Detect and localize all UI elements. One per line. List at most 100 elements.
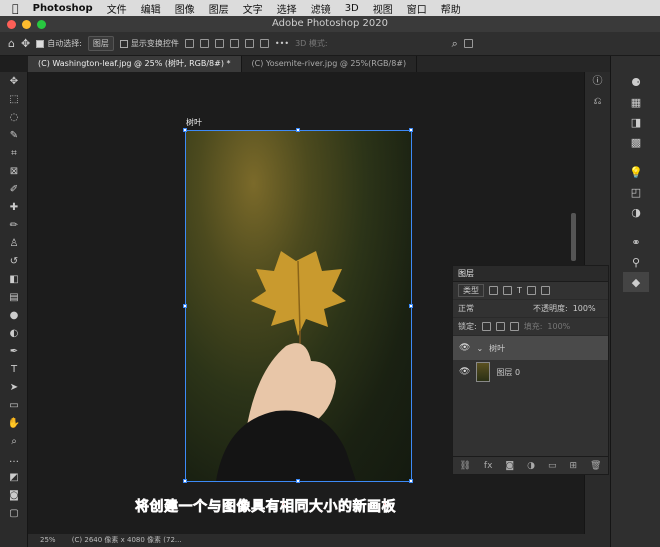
- stamp-icon[interactable]: ♙: [0, 234, 28, 252]
- filter-adjust-icon[interactable]: [503, 286, 512, 295]
- more-tools-icon[interactable]: …: [0, 450, 28, 468]
- layers-panel-icon[interactable]: ◆: [623, 272, 649, 292]
- frame-icon[interactable]: ⊠: [0, 162, 28, 180]
- artboard-label[interactable]: 树叶: [186, 117, 202, 128]
- menu-filter[interactable]: 滤镜: [311, 1, 331, 16]
- path-select-icon[interactable]: ➤: [0, 378, 28, 396]
- trash-icon[interactable]: 🗑: [590, 461, 601, 471]
- filter-kind-dropdown[interactable]: 类型: [458, 284, 484, 297]
- fx-icon[interactable]: fx: [484, 461, 493, 471]
- handle-bottom-left[interactable]: [183, 479, 187, 483]
- handle-top[interactable]: [296, 128, 300, 132]
- learn-panel-icon[interactable]: 💡: [623, 162, 649, 182]
- transform-controls-checkbox[interactable]: 显示变换控件: [119, 38, 179, 49]
- pen-icon[interactable]: ✒: [0, 342, 28, 360]
- paths-panel-icon[interactable]: ⚲: [623, 252, 649, 272]
- color-swatches-icon[interactable]: ◩: [0, 468, 28, 486]
- handle-left[interactable]: [183, 304, 187, 308]
- lock-all-icon[interactable]: [509, 322, 519, 331]
- align-middle-icon[interactable]: [244, 39, 254, 48]
- adjustments-panel-icon[interactable]: ◑: [623, 202, 649, 222]
- opacity-value[interactable]: 100%: [573, 304, 596, 313]
- color-panel-icon[interactable]: ⚈: [623, 72, 649, 92]
- lock-pixels-icon[interactable]: [481, 322, 491, 331]
- handle-top-right[interactable]: [409, 128, 413, 132]
- lasso-icon[interactable]: ◌: [0, 108, 28, 126]
- menu-window[interactable]: 窗口: [407, 1, 427, 16]
- zoom-button[interactable]: [37, 20, 46, 29]
- vertical-scrollbar[interactable]: [571, 213, 576, 261]
- apple-icon[interactable]: : [12, 2, 19, 15]
- menu-file[interactable]: 文件: [107, 1, 127, 16]
- rectangle-icon[interactable]: ▭: [0, 396, 28, 414]
- tab-washington-leaf[interactable]: (C) Washington-leaf.jpg @ 25% (树叶, RGB/8…: [28, 56, 242, 72]
- gradients-panel-icon[interactable]: ◨: [623, 112, 649, 132]
- type-icon[interactable]: T: [0, 360, 28, 378]
- handle-bottom-right[interactable]: [409, 479, 413, 483]
- search-icon[interactable]: ⌕: [452, 37, 458, 51]
- mask-icon[interactable]: ◙: [505, 461, 514, 471]
- more-options-icon[interactable]: •••: [275, 39, 289, 48]
- layer-row-layer0[interactable]: 👁 图层 0: [453, 360, 608, 384]
- info-icon[interactable]: ⓘ: [585, 72, 610, 92]
- swatches-panel-icon[interactable]: ▦: [623, 92, 649, 112]
- menu-layer[interactable]: 图层: [209, 1, 229, 16]
- blur-icon[interactable]: ●: [0, 306, 28, 324]
- menu-type[interactable]: 文字: [243, 1, 263, 16]
- menu-view[interactable]: 视图: [373, 1, 393, 16]
- auto-select-dropdown[interactable]: 图层: [87, 36, 114, 51]
- visibility-eye-icon[interactable]: 👁: [459, 343, 470, 353]
- fill-value[interactable]: 100%: [547, 322, 570, 331]
- quick-mask-icon[interactable]: ◙: [0, 486, 28, 504]
- patterns-panel-icon[interactable]: ▩: [623, 132, 649, 152]
- hand-icon[interactable]: ✋: [0, 414, 28, 432]
- menu-select[interactable]: 选择: [277, 1, 297, 16]
- transform-bounding-box[interactable]: [185, 130, 412, 482]
- align-bottom-icon[interactable]: [259, 39, 269, 48]
- workspace-icon[interactable]: [463, 39, 473, 48]
- align-top-icon[interactable]: [229, 39, 239, 48]
- layer-row-artboard[interactable]: 👁 ⌄ 树叶: [453, 336, 608, 360]
- handle-top-left[interactable]: [183, 128, 187, 132]
- link-icon[interactable]: ⛓: [459, 461, 470, 471]
- expand-chevron-icon[interactable]: ⌄: [476, 344, 483, 353]
- history-icon[interactable]: ⎌: [585, 92, 610, 112]
- move-tool-icon[interactable]: ✥: [21, 37, 30, 50]
- gradient-icon[interactable]: ▤: [0, 288, 28, 306]
- brush-icon[interactable]: ✏: [0, 216, 28, 234]
- blend-mode-dropdown[interactable]: 正常: [458, 303, 528, 314]
- healing-icon[interactable]: ✚: [0, 198, 28, 216]
- eraser-icon[interactable]: ◧: [0, 270, 28, 288]
- marquee-icon[interactable]: ⬚: [0, 90, 28, 108]
- folder-icon[interactable]: ▭: [548, 461, 557, 471]
- visibility-eye-icon[interactable]: 👁: [459, 367, 470, 377]
- align-center-icon[interactable]: [199, 39, 209, 48]
- lock-position-icon[interactable]: [495, 322, 505, 331]
- screen-mode-icon[interactable]: ▢: [0, 504, 28, 522]
- zoom-icon[interactable]: ⌕: [0, 432, 28, 450]
- auto-select-checkbox[interactable]: 自动选择:: [36, 38, 82, 49]
- filter-smart-icon[interactable]: [540, 286, 550, 295]
- move-icon[interactable]: ✥: [0, 72, 28, 90]
- handle-bottom[interactable]: [296, 479, 300, 483]
- document-info[interactable]: (C) 2640 像素 x 4080 像素 (72...: [72, 536, 182, 544]
- handle-right[interactable]: [409, 304, 413, 308]
- tab-yosemite-river[interactable]: (C) Yosemite-river.jpg @ 25%(RGB/8#): [242, 56, 418, 72]
- menu-edit[interactable]: 编辑: [141, 1, 161, 16]
- crop-icon[interactable]: ⌗: [0, 144, 28, 162]
- layers-panel-title[interactable]: 图层: [453, 266, 608, 282]
- dodge-icon[interactable]: ◐: [0, 324, 28, 342]
- libraries-panel-icon[interactable]: ◰: [623, 182, 649, 202]
- quick-select-icon[interactable]: ✎: [0, 126, 28, 144]
- eyedropper-icon[interactable]: ✐: [0, 180, 28, 198]
- menu-image[interactable]: 图像: [175, 1, 195, 16]
- close-button[interactable]: [7, 20, 16, 29]
- zoom-level[interactable]: 25%: [40, 536, 56, 544]
- menu-app[interactable]: Photoshop: [33, 3, 93, 14]
- history-brush-icon[interactable]: ↺: [0, 252, 28, 270]
- filter-pixel-icon[interactable]: [489, 286, 498, 295]
- menu-help[interactable]: 帮助: [441, 1, 461, 16]
- home-icon[interactable]: ⌂: [8, 37, 15, 50]
- adjustment-icon[interactable]: ◑: [527, 461, 535, 471]
- new-layer-icon[interactable]: ⊞: [569, 461, 577, 471]
